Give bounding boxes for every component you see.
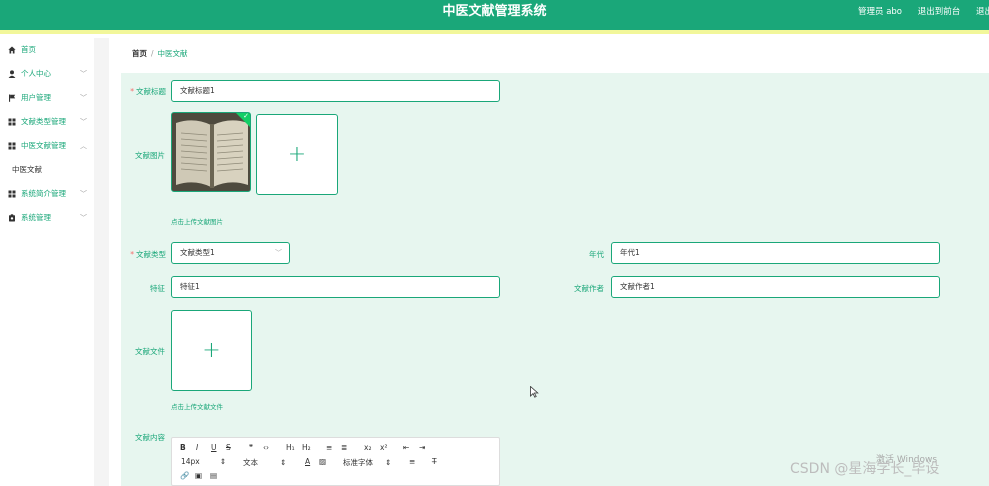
chevron-down-icon: ﹀: [80, 190, 87, 198]
sidebar-item-label: 系统管理: [21, 213, 51, 222]
sidebar-item-doc-types[interactable]: 文献类型管理 ﹀: [0, 110, 94, 134]
sidebar-item-profile[interactable]: 个人中心 ﹀: [0, 62, 94, 86]
header-style-select[interactable]: 文本 ⇕: [243, 457, 286, 468]
feature-input[interactable]: 特征1: [171, 276, 500, 298]
sidebar-item-label: 中医文献管理: [21, 141, 66, 150]
sidebar-item-label: 用户管理: [21, 93, 51, 102]
sidebar-item-label: 中医文献: [12, 165, 42, 174]
content-label: 文献内容: [135, 433, 165, 442]
type-select[interactable]: 文献类型1 ﹀: [171, 242, 290, 264]
logout-link[interactable]: 退出: [976, 7, 989, 17]
font-color-button[interactable]: A: [305, 457, 310, 466]
sidebar-item-label: 系统简介管理: [21, 189, 66, 198]
heading2-button[interactable]: H₂: [302, 443, 311, 452]
sidebar: 首页 个人中心 ﹀ 用户管理 ﹀ 文献类型管理 ﹀ 中医文献管理 ︿ 中医文献 …: [0, 38, 94, 486]
user-icon: [8, 62, 16, 86]
sidebar-item-home[interactable]: 首页: [0, 38, 94, 62]
grid-icon: [8, 134, 16, 158]
image-icon[interactable]: ▣: [195, 471, 202, 480]
breadcrumb: 首页 / 中医文献: [132, 49, 188, 59]
heading1-button[interactable]: H₁: [286, 443, 295, 452]
feature-label: 特征: [150, 284, 165, 293]
csdn-watermark: CSDN @星海学长_毕设: [790, 461, 940, 477]
settings-icon: [8, 206, 16, 230]
indent-button[interactable]: ⇥: [419, 443, 425, 452]
title-input[interactable]: 文献标题1: [171, 80, 500, 102]
chevron-down-icon: ﹀: [80, 214, 87, 222]
sidebar-item-users[interactable]: 用户管理 ﹀: [0, 86, 94, 110]
top-bar: 中医文献管理系统 管理员 abo 退出到前台 退出: [0, 0, 989, 30]
sidebar-item-system[interactable]: 系统管理 ﹀: [0, 206, 94, 230]
mouse-cursor-icon: [530, 386, 539, 398]
clear-format-icon[interactable]: T̶: [432, 457, 437, 466]
check-icon: ✓: [243, 112, 249, 120]
chevron-down-icon: ﹀: [80, 118, 87, 126]
chevron-down-icon: ﹀: [275, 249, 282, 257]
outdent-button[interactable]: ⇤: [403, 443, 409, 452]
grid-icon: [8, 182, 16, 206]
header-actions: 管理员 abo 退出到前台 退出: [858, 0, 989, 24]
link-icon[interactable]: 🔗: [180, 471, 189, 480]
chevron-down-icon: ﹀: [80, 94, 87, 102]
select-arrows-icon: ⇕: [385, 458, 392, 467]
grid-icon: [8, 110, 16, 134]
author-input[interactable]: 文献作者1: [611, 276, 940, 298]
year-input[interactable]: 年代1: [611, 242, 940, 264]
ordered-list-button[interactable]: ≡: [326, 443, 332, 452]
superscript-button[interactable]: x²: [380, 443, 387, 452]
flag-icon: [8, 86, 16, 110]
background-color-icon[interactable]: ▨: [319, 457, 326, 466]
home-icon: [8, 38, 16, 62]
app: 中医文献管理系统 管理员 abo 退出到前台 退出 首页 个人中心 ﹀ 用户管理…: [0, 0, 989, 486]
font-family-select[interactable]: 标准字体 ⇕: [343, 457, 391, 468]
chevron-down-icon: ﹀: [80, 70, 87, 78]
breadcrumb-current: 中医文献: [157, 49, 188, 58]
image-label: 文献图片: [135, 151, 165, 160]
sidebar-item-intro[interactable]: 系统简介管理 ﹀: [0, 182, 94, 206]
align-icon[interactable]: ≡: [409, 457, 415, 466]
italic-button[interactable]: I: [196, 443, 198, 452]
breadcrumb-home[interactable]: 首页: [132, 49, 147, 58]
title-label: * 文献标题: [130, 87, 166, 96]
strike-button[interactable]: S: [226, 443, 231, 452]
image-upload-button[interactable]: +: [256, 114, 338, 195]
bullet-list-button[interactable]: ≣: [341, 443, 347, 452]
breadcrumb-separator: /: [151, 49, 154, 58]
video-icon[interactable]: ▤: [210, 471, 217, 480]
content-editor[interactable]: B I U S ❞ ‹› H₁ H₂ ≡ ≣ x₂ x² ⇤ ⇥ 14px ⇕ 文…: [171, 437, 500, 486]
admin-name[interactable]: 管理员 abo: [858, 7, 902, 17]
type-select-value: 文献类型1: [180, 248, 215, 257]
year-label: 年代: [589, 250, 604, 259]
sidebar-item-label: 个人中心: [21, 69, 51, 78]
code-block-button[interactable]: ‹›: [263, 443, 269, 452]
header-stripe: [0, 30, 989, 34]
sidebar-item-tcm-docs-mgmt[interactable]: 中医文献管理 ︿: [0, 134, 94, 158]
bold-button[interactable]: B: [180, 443, 186, 452]
header-style-value: 文本: [243, 458, 258, 467]
type-label: * 文献类型: [130, 250, 166, 259]
sidebar-item-label: 文献类型管理: [21, 117, 66, 126]
font-family-value: 标准字体: [343, 458, 373, 467]
file-label: 文献文件: [135, 347, 165, 356]
select-arrows-icon: ⇕: [219, 457, 227, 466]
select-arrows-icon: ⇕: [280, 458, 287, 467]
uploaded-image-thumbnail[interactable]: ✓: [171, 112, 251, 192]
font-size-select[interactable]: 14px ⇕: [181, 457, 226, 466]
chevron-up-icon: ︿: [80, 142, 87, 150]
author-label: 文献作者: [574, 284, 604, 293]
sidebar-subitem-tcm-docs[interactable]: 中医文献: [0, 158, 94, 182]
image-upload-hint: 点击上传文献图片: [171, 218, 223, 226]
file-upload-hint: 点击上传文献文件: [171, 403, 223, 411]
sidebar-item-label: 首页: [21, 45, 36, 54]
subscript-button[interactable]: x₂: [364, 443, 371, 452]
font-size-value: 14px: [181, 457, 200, 466]
sidebar-gutter: [94, 38, 109, 486]
blockquote-button[interactable]: ❞: [249, 443, 253, 452]
file-upload-button[interactable]: +: [171, 310, 252, 391]
back-to-front-link[interactable]: 退出到前台: [918, 7, 961, 17]
app-title: 中医文献管理系统: [442, 4, 547, 19]
underline-button[interactable]: U: [211, 443, 217, 452]
